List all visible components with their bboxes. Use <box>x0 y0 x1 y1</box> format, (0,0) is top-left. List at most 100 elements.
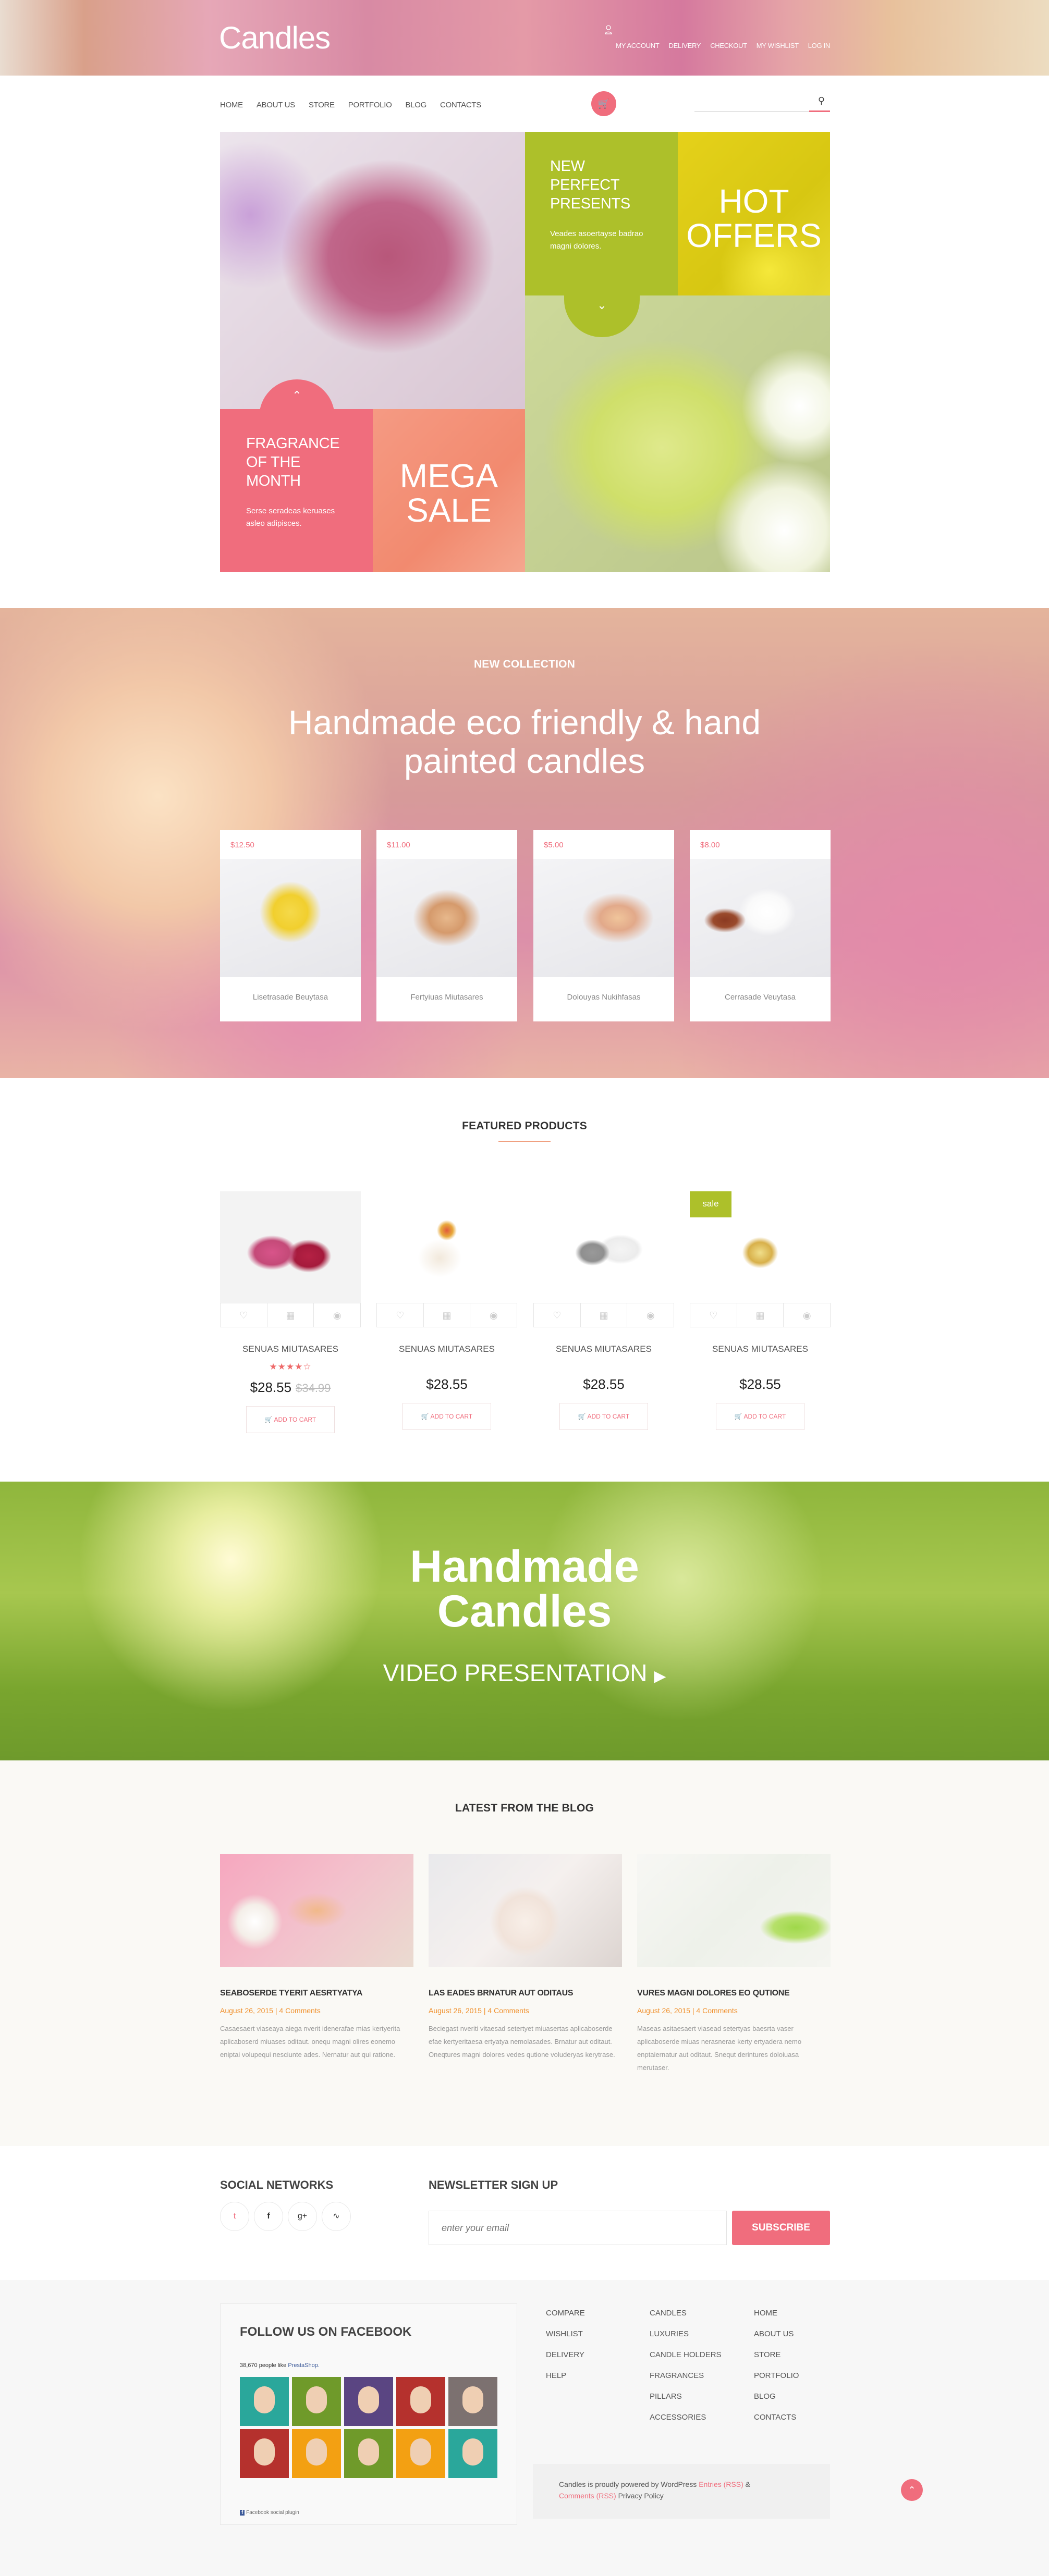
post-title[interactable]: SEABOSERDE TYERIT AESRTYATYA <box>220 1989 413 1998</box>
footer-link[interactable]: COMPARE <box>546 2309 585 2318</box>
footer-link[interactable]: WISHLIST <box>546 2330 583 2338</box>
heart-icon[interactable]: ♡ <box>221 1303 267 1327</box>
product-name[interactable]: SENUAS MIUTASARES <box>376 1344 517 1354</box>
eye-icon[interactable]: ◉ <box>784 1303 830 1327</box>
pink-candle-image[interactable] <box>220 132 525 409</box>
blog-image[interactable] <box>429 1854 622 1967</box>
nav-store[interactable]: STORE <box>309 101 335 109</box>
post-comments[interactable]: 4 Comments <box>696 2006 737 2015</box>
fan-avatar[interactable] <box>292 2429 341 2478</box>
add-to-cart-button[interactable]: 🛒 ADD TO CART <box>559 1403 648 1430</box>
footer-link[interactable]: HELP <box>546 2371 566 2380</box>
email-input[interactable] <box>429 2211 727 2245</box>
eye-icon[interactable]: ◉ <box>627 1303 674 1327</box>
twitter-icon[interactable]: t <box>220 2202 249 2231</box>
mega-sale-tile[interactable]: MEGA SALE <box>373 409 525 572</box>
footer-link[interactable]: CANDLE HOLDERS <box>650 2350 722 2359</box>
nav-blog[interactable]: BLOG <box>405 101 426 109</box>
fragrance-tile[interactable]: FRAGRANCE OF THE MONTH Serse seradeas keru… <box>220 409 373 572</box>
login-link[interactable]: LOG IN <box>808 42 831 50</box>
product-name[interactable]: SENUAS MIUTASARES <box>533 1344 674 1354</box>
collection-card[interactable]: $5.00 Dolouyas Nukihfasas <box>533 830 674 1021</box>
facebook-icon[interactable]: f <box>254 2202 283 2231</box>
post-date[interactable]: August 26, 2015 <box>637 2006 690 2015</box>
rss-icon[interactable]: ∿ <box>322 2202 351 2231</box>
product-image[interactable] <box>376 1191 517 1303</box>
logo[interactable]: Candles <box>219 20 331 56</box>
footer-link[interactable]: CANDLES <box>650 2309 687 2318</box>
entries-rss-link[interactable]: Entries (RSS) <box>699 2480 743 2488</box>
nav-about-us[interactable]: ABOUT US <box>257 101 295 109</box>
green-candle-image[interactable] <box>525 295 830 572</box>
blog-image[interactable] <box>220 1854 413 1967</box>
compare-icon[interactable]: ▦ <box>267 1303 314 1327</box>
add-to-cart-button[interactable]: 🛒 ADD TO CART <box>716 1403 804 1430</box>
footer-link[interactable]: CONTACTS <box>754 2413 796 2422</box>
product-name[interactable]: SENUAS MIUTASARES <box>690 1344 831 1354</box>
scroll-to-top-button[interactable]: ⌃ <box>901 2479 923 2501</box>
subscribe-button[interactable]: SUBSCRIBE <box>732 2211 830 2245</box>
presents-tile[interactable]: NEW PERFECT PRESENTS Veades asoertayse bad… <box>525 132 678 295</box>
nav-contacts[interactable]: CONTACTS <box>440 101 481 109</box>
collection-card[interactable]: $12.50 Lisetrasade Beuytasa <box>220 830 361 1021</box>
product-image[interactable] <box>220 1191 361 1303</box>
heart-icon[interactable]: ♡ <box>534 1303 581 1327</box>
footer-link[interactable]: STORE <box>754 2350 780 2359</box>
comments-rss-link[interactable]: Comments (RSS) <box>559 2492 616 2500</box>
fan-avatar[interactable] <box>344 2429 393 2478</box>
fan-avatar[interactable] <box>292 2377 341 2426</box>
add-to-cart-button[interactable]: 🛒 ADD TO CART <box>246 1406 335 1433</box>
post-date[interactable]: August 26, 2015 <box>220 2006 273 2015</box>
post-comments[interactable]: 4 Comments <box>487 2006 529 2015</box>
search-input[interactable]: ⚲ <box>694 91 830 112</box>
compare-icon[interactable]: ▦ <box>737 1303 784 1327</box>
fan-avatar[interactable] <box>344 2377 393 2426</box>
my-wishlist-link[interactable]: MY WISHLIST <box>757 42 799 50</box>
add-to-cart-button[interactable]: 🛒 ADD TO CART <box>402 1403 491 1430</box>
fan-avatar[interactable] <box>448 2429 497 2478</box>
facebook-page-link[interactable]: PrestaShop. <box>288 2362 320 2369</box>
fan-avatar[interactable] <box>396 2377 445 2426</box>
product-image[interactable] <box>533 1191 674 1303</box>
cart-button[interactable]: 🛒 <box>591 91 616 116</box>
nav-home[interactable]: HOME <box>220 101 243 109</box>
my-account-link[interactable]: MY ACCOUNT <box>616 42 660 50</box>
post-title[interactable]: LAS EADES BRNATUR AUT ODITAUS <box>429 1989 622 1998</box>
footer-link[interactable]: LUXURIES <box>650 2330 689 2338</box>
google-plus-icon[interactable]: g+ <box>288 2202 317 2231</box>
fan-avatar[interactable] <box>396 2429 445 2478</box>
fan-avatar[interactable] <box>448 2377 497 2426</box>
user-icon[interactable] <box>605 25 612 34</box>
search-icon[interactable]: ⚲ <box>818 95 825 106</box>
delivery-link[interactable]: DELIVERY <box>669 42 701 50</box>
collection-card[interactable]: $11.00 Fertyiuas Miutasares <box>376 830 517 1021</box>
footer-link[interactable]: PILLARS <box>650 2392 682 2401</box>
eye-icon[interactable]: ◉ <box>470 1303 517 1327</box>
collection-card[interactable]: $8.00 Cerrasade Veuytasa <box>690 830 831 1021</box>
play-icon[interactable]: ▶ <box>654 1668 666 1685</box>
eye-icon[interactable]: ◉ <box>314 1303 360 1327</box>
privacy-policy-link[interactable]: Privacy Policy <box>618 2492 664 2500</box>
footer-link[interactable]: PORTFOLIO <box>754 2371 799 2380</box>
fan-avatar[interactable] <box>240 2377 289 2426</box>
hot-offers-tile[interactable]: HOT OFFERS <box>678 132 830 295</box>
footer-link[interactable]: BLOG <box>754 2392 776 2401</box>
compare-icon[interactable]: ▦ <box>581 1303 628 1327</box>
checkout-link[interactable]: CHECKOUT <box>710 42 747 50</box>
heart-icon[interactable]: ♡ <box>377 1303 424 1327</box>
heart-icon[interactable]: ♡ <box>690 1303 737 1327</box>
post-title[interactable]: VURES MAGNI DOLORES EO QUTIONE <box>637 1989 831 1998</box>
footer-link[interactable]: DELIVERY <box>546 2350 584 2359</box>
footer-link[interactable]: ACCESSORIES <box>650 2413 706 2422</box>
blog-image[interactable] <box>637 1854 831 1967</box>
nav-portfolio[interactable]: PORTFOLIO <box>348 101 392 109</box>
product-name[interactable]: SENUAS MIUTASARES <box>220 1344 361 1354</box>
footer-link[interactable]: ABOUT US <box>754 2330 794 2338</box>
post-date[interactable]: August 26, 2015 <box>429 2006 482 2015</box>
post-comments[interactable]: 4 Comments <box>279 2006 320 2015</box>
product-image[interactable]: sale <box>690 1191 831 1303</box>
footer-link[interactable]: FRAGRANCES <box>650 2371 704 2380</box>
fan-avatar[interactable] <box>240 2429 289 2478</box>
footer-link[interactable]: HOME <box>754 2309 777 2318</box>
video-presentation-link[interactable]: VIDEO PRESENTATION ▶ <box>0 1659 1049 1687</box>
